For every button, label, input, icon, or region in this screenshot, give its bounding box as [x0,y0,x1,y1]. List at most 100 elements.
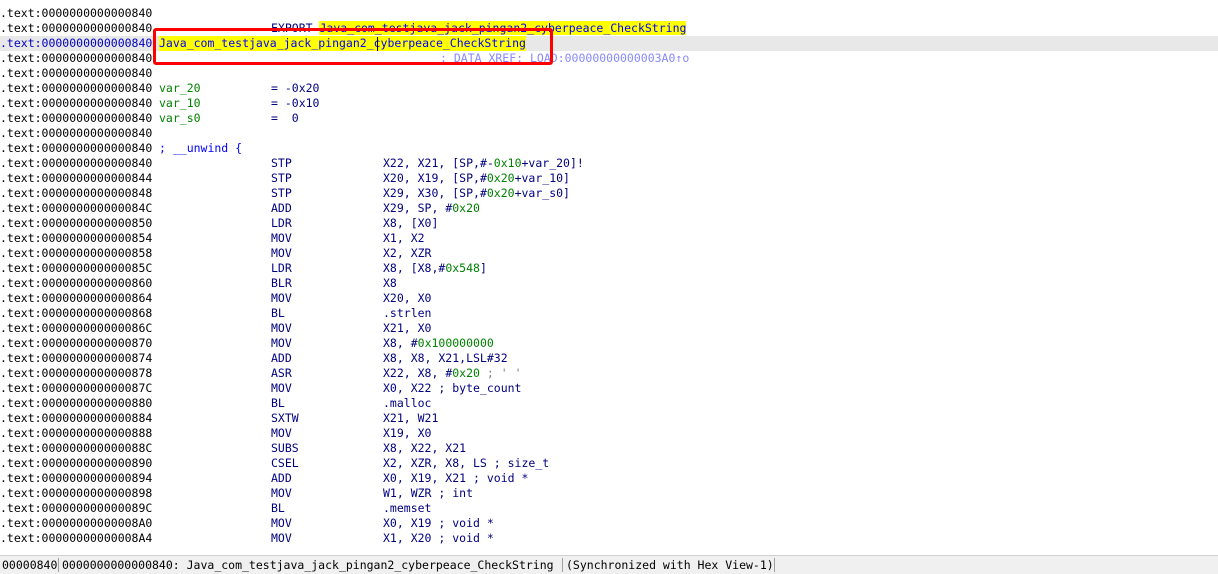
instruction-mnemonic: ADD [271,471,292,485]
instruction-mnemonic: MOV [271,426,292,440]
code-line[interactable]: .text:0000000000000860 BLR X8 [0,276,1218,291]
code-line[interactable]: .text:0000000000000840 ; __unwind { [0,141,1218,156]
code-line[interactable]: .text:000000000000089C BL .memset [0,501,1218,516]
export-function-name[interactable]: Java_com_testjava_jack_pingan2_cyberpeac… [319,21,687,35]
line-address: .text:0000000000000870 [0,336,153,350]
line-address: .text:0000000000000840 [0,51,153,65]
code-line[interactable]: .text:0000000000000840 var_20 = -0x20 [0,81,1218,96]
code-line[interactable]: .text:0000000000000874 ADD X8, X8, X21,LSL… [0,351,1218,366]
code-line[interactable]: .text:0000000000000840 STP X22, X21, [SP,#… [0,156,1218,171]
disassembly-view[interactable]: .text:0000000000000840 .text:000000000000… [0,0,1218,552]
code-line[interactable]: .text:000000000000086C MOV X21, X0 [0,321,1218,336]
code-line[interactable]: .text:0000000000000840 ; DATA XREF: LOAD:… [0,51,1218,66]
line-address: .text:00000000000008A0 [0,516,153,530]
line-address: .text:0000000000000840 [0,126,153,140]
operand-text: .malloc [383,396,432,410]
line-address: .text:0000000000000840 [0,81,153,95]
instruction-operands: X21, X0 [383,321,431,336]
code-line[interactable]: .text:0000000000000840 var_s0 = 0 [0,111,1218,126]
code-line[interactable]: .text:0000000000000844 STP X20, X19, [SP,#… [0,171,1218,186]
code-line[interactable]: .text:00000000000008A4 MOV X1, X20 ; void … [0,531,1218,546]
operand-text: X20, X0 [383,291,432,305]
instruction-mnemonic: MOV [271,486,292,500]
code-line[interactable]: .text:0000000000000840 [0,126,1218,141]
stack-variable[interactable]: var_10 [159,96,201,111]
line-address: .text:0000000000000888 [0,426,153,440]
code-line[interactable]: .text:0000000000000880 BL .malloc [0,396,1218,411]
instruction-operands: X8, #0x100000000 [383,336,494,351]
instruction-operands: X2, XZR, X8, LS ; size_t [383,456,549,471]
line-address: .text:0000000000000884 [0,411,153,425]
code-line[interactable]: .text:0000000000000888 MOV X19, X0 [0,426,1218,441]
code-line[interactable]: .text:0000000000000864 MOV X20, X0 [0,291,1218,306]
line-address: .text:0000000000000840 [0,96,153,110]
code-line[interactable]: .text:0000000000000898 MOV W1, WZR ; int [0,486,1218,501]
line-label[interactable]: ; __unwind { [159,141,242,156]
operand-text: X22, X8, #0x20 [383,366,480,380]
stack-variable[interactable]: var_s0 [159,111,201,126]
code-line[interactable]: .text:0000000000000850 LDR X8, [X0] [0,216,1218,231]
instruction-mnemonic: BL [271,501,285,515]
code-line[interactable]: .text:0000000000000840 Java_com_testjava_… [0,36,1218,51]
code-line[interactable]: .text:0000000000000858 MOV X2, XZR [0,246,1218,261]
code-line[interactable]: .text:000000000000085C LDR X8, [X8,#0x548] [0,261,1218,276]
line-address: .text:0000000000000890 [0,456,153,470]
status-bar: 00000840 0000000000000840: Java_com_test… [0,555,1218,574]
code-line[interactable]: .text:0000000000000840 [0,6,1218,21]
code-line[interactable]: .text:00000000000008A0 MOV X0, X19 ; void … [0,516,1218,531]
inline-comment: ; ' ' [479,366,522,380]
instruction-mnemonic: BL [271,396,285,410]
operand-text: W1, WZR ; int [383,486,474,500]
line-address: .text:0000000000000860 [0,276,153,290]
stack-offset: = -0x20 [271,81,320,95]
instruction-operands: X29, X30, [SP,#0x20+var_s0] [383,186,570,201]
line-address: .text:0000000000000840 [0,6,153,20]
code-line[interactable]: .text:0000000000000894 ADD X0, X19, X21 ; … [0,471,1218,486]
export-keyword: EXPORT [271,21,320,35]
line-address: .text:0000000000000854 [0,231,153,245]
code-line[interactable]: .text:000000000000088C SUBS X8, X22, X21 [0,441,1218,456]
instruction-mnemonic: BL [271,306,285,320]
code-line[interactable]: .text:0000000000000840 var_10 = -0x10 [0,96,1218,111]
instruction-mnemonic: MOV [271,336,292,350]
operand-text: X0, X19, X21 ; void * [383,471,529,485]
code-line[interactable]: .text:000000000000084C ADD X29, SP, #0x20 [0,201,1218,216]
code-line[interactable]: .text:0000000000000840 EXPORT Java_com_te… [0,21,1218,36]
instruction-operands: X8, X22, X21 [383,441,466,456]
code-line[interactable]: .text:0000000000000870 MOV X8, #0x10000000… [0,336,1218,351]
operand-text: .memset [383,501,432,515]
instruction-operands: X20, X19, [SP,#0x20+var_10] [383,171,570,186]
stack-variable[interactable]: var_20 [159,81,201,96]
instruction-operands: X8 [383,276,397,291]
code-line[interactable]: .text:0000000000000840 [0,66,1218,81]
instruction-mnemonic: STP [271,156,292,170]
line-address: .text:0000000000000868 [0,306,153,320]
operand-text: X8, #0x100000000 [383,336,494,350]
instruction-mnemonic: LDR [271,216,292,230]
instruction-operands: W1, WZR ; int [383,486,473,501]
code-line[interactable]: .text:0000000000000884 SXTW X21, W21 [0,411,1218,426]
line-address: .text:0000000000000874 [0,351,153,365]
line-address: .text:0000000000000840 [0,111,153,125]
code-line[interactable]: .text:0000000000000878 ASR X22, X8, #0x20 … [0,366,1218,381]
line-address: .text:0000000000000840 [0,156,153,170]
line-address: .text:0000000000000894 [0,471,153,485]
line-address: .text:000000000000089C [0,501,153,515]
instruction-mnemonic: MOV [271,381,292,395]
instruction-operands: X8, X8, X21,LSL#32 [383,351,508,366]
instruction-operands: X0, X19, X21 ; void * [383,471,528,486]
operand-text: X20, X19, [SP,#0x20+var_10] [383,171,570,185]
instruction-mnemonic: MOV [271,516,292,530]
text-cursor [377,37,378,51]
line-address: .text:000000000000085C [0,261,153,275]
instruction-mnemonic: STP [271,171,292,185]
code-line[interactable]: .text:000000000000087C MOV X0, X22 ; byte_… [0,381,1218,396]
xref-comment[interactable]: ; DATA XREF: LOAD:00000000000003A0↑o [440,51,689,66]
code-line[interactable]: .text:0000000000000848 STP X29, X30, [SP,#… [0,186,1218,201]
code-line[interactable]: .text:0000000000000890 CSEL X2, XZR, X8, L… [0,456,1218,471]
line-address: .text:000000000000087C [0,381,153,395]
function-label[interactable]: Java_com_testjava_jack_pingan2_cyberpeac… [159,36,526,51]
instruction-operands: X2, XZR [383,246,431,261]
code-line[interactable]: .text:0000000000000854 MOV X1, X2 [0,231,1218,246]
code-line[interactable]: .text:0000000000000868 BL .strlen [0,306,1218,321]
